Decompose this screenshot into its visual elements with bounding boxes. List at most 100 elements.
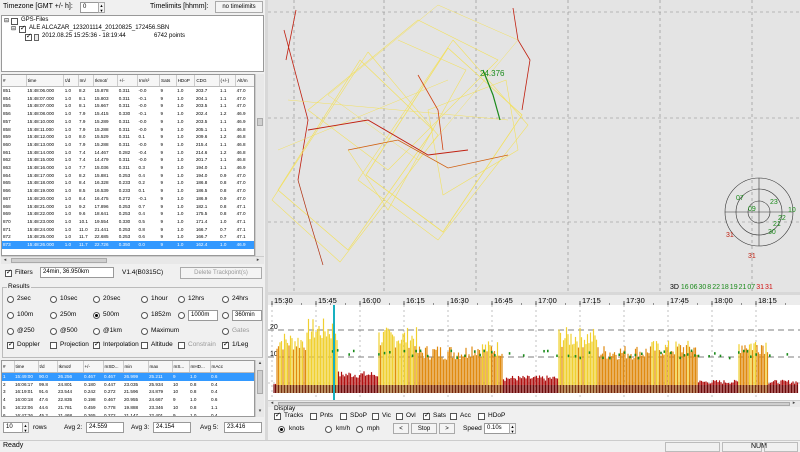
results-scroll-up-icon[interactable]: ▴ xyxy=(256,360,264,366)
results-option-checkbox[interactable] xyxy=(178,342,185,349)
table-row[interactable]: 2 16:06:17 99.8 24.801 0.180 0.447 23.035 25.93… xyxy=(2,381,254,389)
results-scroll-down-icon[interactable]: ▾ xyxy=(256,408,264,414)
results-option-radio[interactable] xyxy=(93,328,100,335)
scroll-right-icon[interactable]: ▸ xyxy=(254,257,262,263)
trackpoints-col-header[interactable]: time xyxy=(26,75,65,87)
trackpoints-table[interactable]: # time t/d Im/Ikmot/+/- Im/s² Sats HDoP CDG (+/-… xyxy=(1,74,255,256)
trackpoints-col-header[interactable]: Alt/m xyxy=(235,75,254,87)
rows-input[interactable]: 10 xyxy=(3,422,23,433)
table-row[interactable]: 871 15:48:24.000 1.0 11.0 21.441 0.253 0.8 9 1.0… xyxy=(2,226,254,234)
session-checkbox[interactable] xyxy=(25,32,32,41)
table-row[interactable]: 864 15:48:17.000 1.0 8.2 15.881 0.253 0.4 9 1.0 1… xyxy=(2,172,254,180)
filters-value[interactable]: 24min, 36.950km xyxy=(40,267,114,278)
display-vic-checkbox[interactable] xyxy=(372,413,379,420)
trackpoints-col-header[interactable]: Sats xyxy=(159,75,177,87)
results-option-checkbox[interactable] xyxy=(7,340,14,349)
timeline-scroll-right-icon[interactable]: ▸ xyxy=(790,400,798,406)
trackpoints-col-header[interactable]: (+/-) xyxy=(219,75,237,87)
results-option-radio[interactable] xyxy=(178,312,185,319)
results-option-radio[interactable] xyxy=(50,296,57,303)
results-option-checkbox[interactable] xyxy=(50,342,57,349)
display-acc-checkbox[interactable] xyxy=(450,413,457,420)
display-sats-checkbox[interactable] xyxy=(423,411,430,420)
results-col-header[interactable]: Ikmot/ xyxy=(57,361,84,373)
step-back-button[interactable]: < xyxy=(393,423,409,434)
timezone-spinner[interactable]: ▲ ▼ xyxy=(98,2,105,13)
table-row[interactable]: 858 15:48:11.000 1.0 7.9 15.288 0.311 -0.0 9 1.0… xyxy=(2,126,254,134)
file-checkbox[interactable] xyxy=(19,24,26,33)
results-col-header[interactable]: mS... xyxy=(172,361,190,373)
results-option-radio[interactable] xyxy=(141,296,148,303)
trackpoints-col-header[interactable]: Im/ xyxy=(78,75,94,87)
root-checkbox[interactable] xyxy=(11,18,18,25)
results-col-header[interactable]: # xyxy=(2,361,15,373)
results-option-radio[interactable] xyxy=(7,296,14,303)
table-row[interactable]: 855 15:48:07.000 1.0 8.1 15.667 0.311 -0.0 9 1.0… xyxy=(2,102,254,110)
playback-speed-input[interactable]: 0.10s xyxy=(484,423,510,434)
stop-button[interactable]: Stop xyxy=(411,423,437,434)
trackpoints-col-header[interactable]: CDG xyxy=(194,75,220,87)
table-row[interactable]: 866 15:48:19.000 1.0 8.5 16.539 0.233 0.1 9 1.0 1… xyxy=(2,187,254,195)
table-row[interactable]: 859 15:48:12.000 1.0 8.0 15.529 0.311 0.1 9 1.0 2… xyxy=(2,133,254,141)
trackpoints-vscroll-thumb[interactable] xyxy=(257,118,263,126)
table-row[interactable]: 861 15:48:14.000 1.0 7.4 14.467 0.282 -0.4 9 1.0… xyxy=(2,149,254,157)
table-row[interactable]: 867 15:48:20.000 1.0 8.4 16.475 0.272 -0.1 9 1.0… xyxy=(2,195,254,203)
results-option-radio[interactable] xyxy=(50,328,57,335)
trackpoints-col-header[interactable]: Im/s² xyxy=(137,75,161,87)
table-row[interactable]: 1 15:49:00 90.0 26.256 0.467 0.467 26.999 25.21… xyxy=(2,372,254,381)
table-row[interactable]: 856 15:48:08.000 1.0 7.9 15.415 0.330 -0.1 9 1.0… xyxy=(2,110,254,118)
results-col-header[interactable]: mAcc xyxy=(210,361,254,373)
unit-mph-radio[interactable] xyxy=(356,426,363,433)
table-row[interactable]: 868 15:48:21.000 1.0 9.2 17.896 0.253 0.7 9 1.0 1… xyxy=(2,203,254,211)
table-row[interactable]: 4 16:00:18 47.6 22.835 0.198 0.467 20.955 24.66… xyxy=(2,396,254,404)
table-row[interactable]: 863 15:48:16.000 1.0 7.7 15.036 0.311 0.3 9 1.0 1… xyxy=(2,164,254,172)
table-row[interactable]: 873 15:48:26.000 1.0 11.7 22.726 0.350 0.0 9 1.0… xyxy=(2,241,254,249)
trackpoints-col-header[interactable]: HDoP xyxy=(176,75,196,87)
results-option-radio[interactable] xyxy=(93,296,100,303)
track-map-canvas[interactable]: 24.376 070923223010313121 xyxy=(268,0,800,292)
trackpoints-col-header[interactable]: +/- xyxy=(117,75,139,87)
unit-knots-radio[interactable] xyxy=(278,426,285,433)
filters-checkbox[interactable] xyxy=(5,268,12,277)
unit-kmh-radio[interactable] xyxy=(325,426,332,433)
results-option-radio[interactable] xyxy=(178,296,185,303)
trackpoints-vscroll[interactable] xyxy=(255,74,264,256)
display-sdop-checkbox[interactable] xyxy=(340,413,347,420)
track-map[interactable]: 24.376 07 09 23 22 30 10 31 31 21 3D 16063082218… xyxy=(268,0,800,292)
playback-speed-spinner[interactable]: ▲ ▼ xyxy=(509,423,516,434)
results-option-checkbox[interactable] xyxy=(93,340,100,349)
table-row[interactable]: 860 15:48:13.000 1.0 7.9 15.288 0.311 -0.0 9 1.0… xyxy=(2,141,254,149)
results-col-header[interactable]: mHD... xyxy=(189,361,211,373)
speed-timeline[interactable]: 15:30 15:45 16:00 16:15 16:30 16:45 17:00 17:15… xyxy=(268,295,800,400)
results-option-label[interactable]: 360min xyxy=(232,310,262,321)
results-option-radio[interactable] xyxy=(222,312,229,319)
trackpoints-col-header[interactable]: t/d xyxy=(63,75,79,87)
no-timelimits-button[interactable]: no timelimits xyxy=(215,1,263,13)
speed-timeline-canvas[interactable]: 15:30 15:45 16:00 16:15 16:30 16:45 17:00 17:15… xyxy=(268,295,800,400)
table-row[interactable]: 857 15:48:10.000 1.0 7.9 15.289 0.311 -0.0 9 1.0… xyxy=(2,118,254,126)
results-option-checkbox[interactable] xyxy=(222,340,229,349)
display-tracks-checkbox[interactable] xyxy=(274,411,281,420)
table-row[interactable]: 854 15:48:07.000 1.0 8.1 15.803 0.311 -0.1 9 1.0… xyxy=(2,95,254,103)
display-pnts-checkbox[interactable] xyxy=(310,413,317,420)
display-hdop-checkbox[interactable] xyxy=(478,413,485,420)
file-expander[interactable]: ⊟ xyxy=(11,25,16,32)
results-col-header[interactable]: mSD... xyxy=(103,361,124,373)
table-row[interactable]: 3 16:19:01 91.6 23.544 0.242 0.272 21.596 24.87… xyxy=(2,388,254,396)
results-option-radio[interactable] xyxy=(141,312,148,319)
table-row[interactable]: 851 15:48:06.000 1.0 8.2 15.878 0.311 -0.0 9 1.0… xyxy=(2,87,254,95)
step-forward-button[interactable]: > xyxy=(439,423,455,434)
table-row[interactable]: 865 15:48:18.000 1.0 8.4 16.328 0.233 0.2 9 1.0 1… xyxy=(2,179,254,187)
results-option-radio[interactable] xyxy=(222,296,229,303)
table-row[interactable]: 862 15:48:15.000 1.0 7.4 14.479 0.311 -0.0 9 1.0… xyxy=(2,156,254,164)
trackpoints-hscroll[interactable]: ◂ ▸ xyxy=(1,256,264,264)
results-col-header[interactable]: t/d xyxy=(38,361,58,373)
tree-session-label[interactable]: 2012.08.25 15:25:36 - 18:19:44 xyxy=(42,33,126,39)
rows-spinner[interactable]: ▲ ▼ xyxy=(22,422,29,433)
table-row[interactable]: 5 16:22:06 44.6 21.781 0.459 0.778 19.888 23.34… xyxy=(2,404,254,412)
display-ovl-checkbox[interactable] xyxy=(396,413,403,420)
results-option-radio[interactable] xyxy=(93,312,100,319)
tree-expander[interactable]: ⊟ xyxy=(4,17,9,24)
results-option-label[interactable]: 1000m xyxy=(188,310,218,321)
results-option-radio[interactable] xyxy=(7,312,14,319)
